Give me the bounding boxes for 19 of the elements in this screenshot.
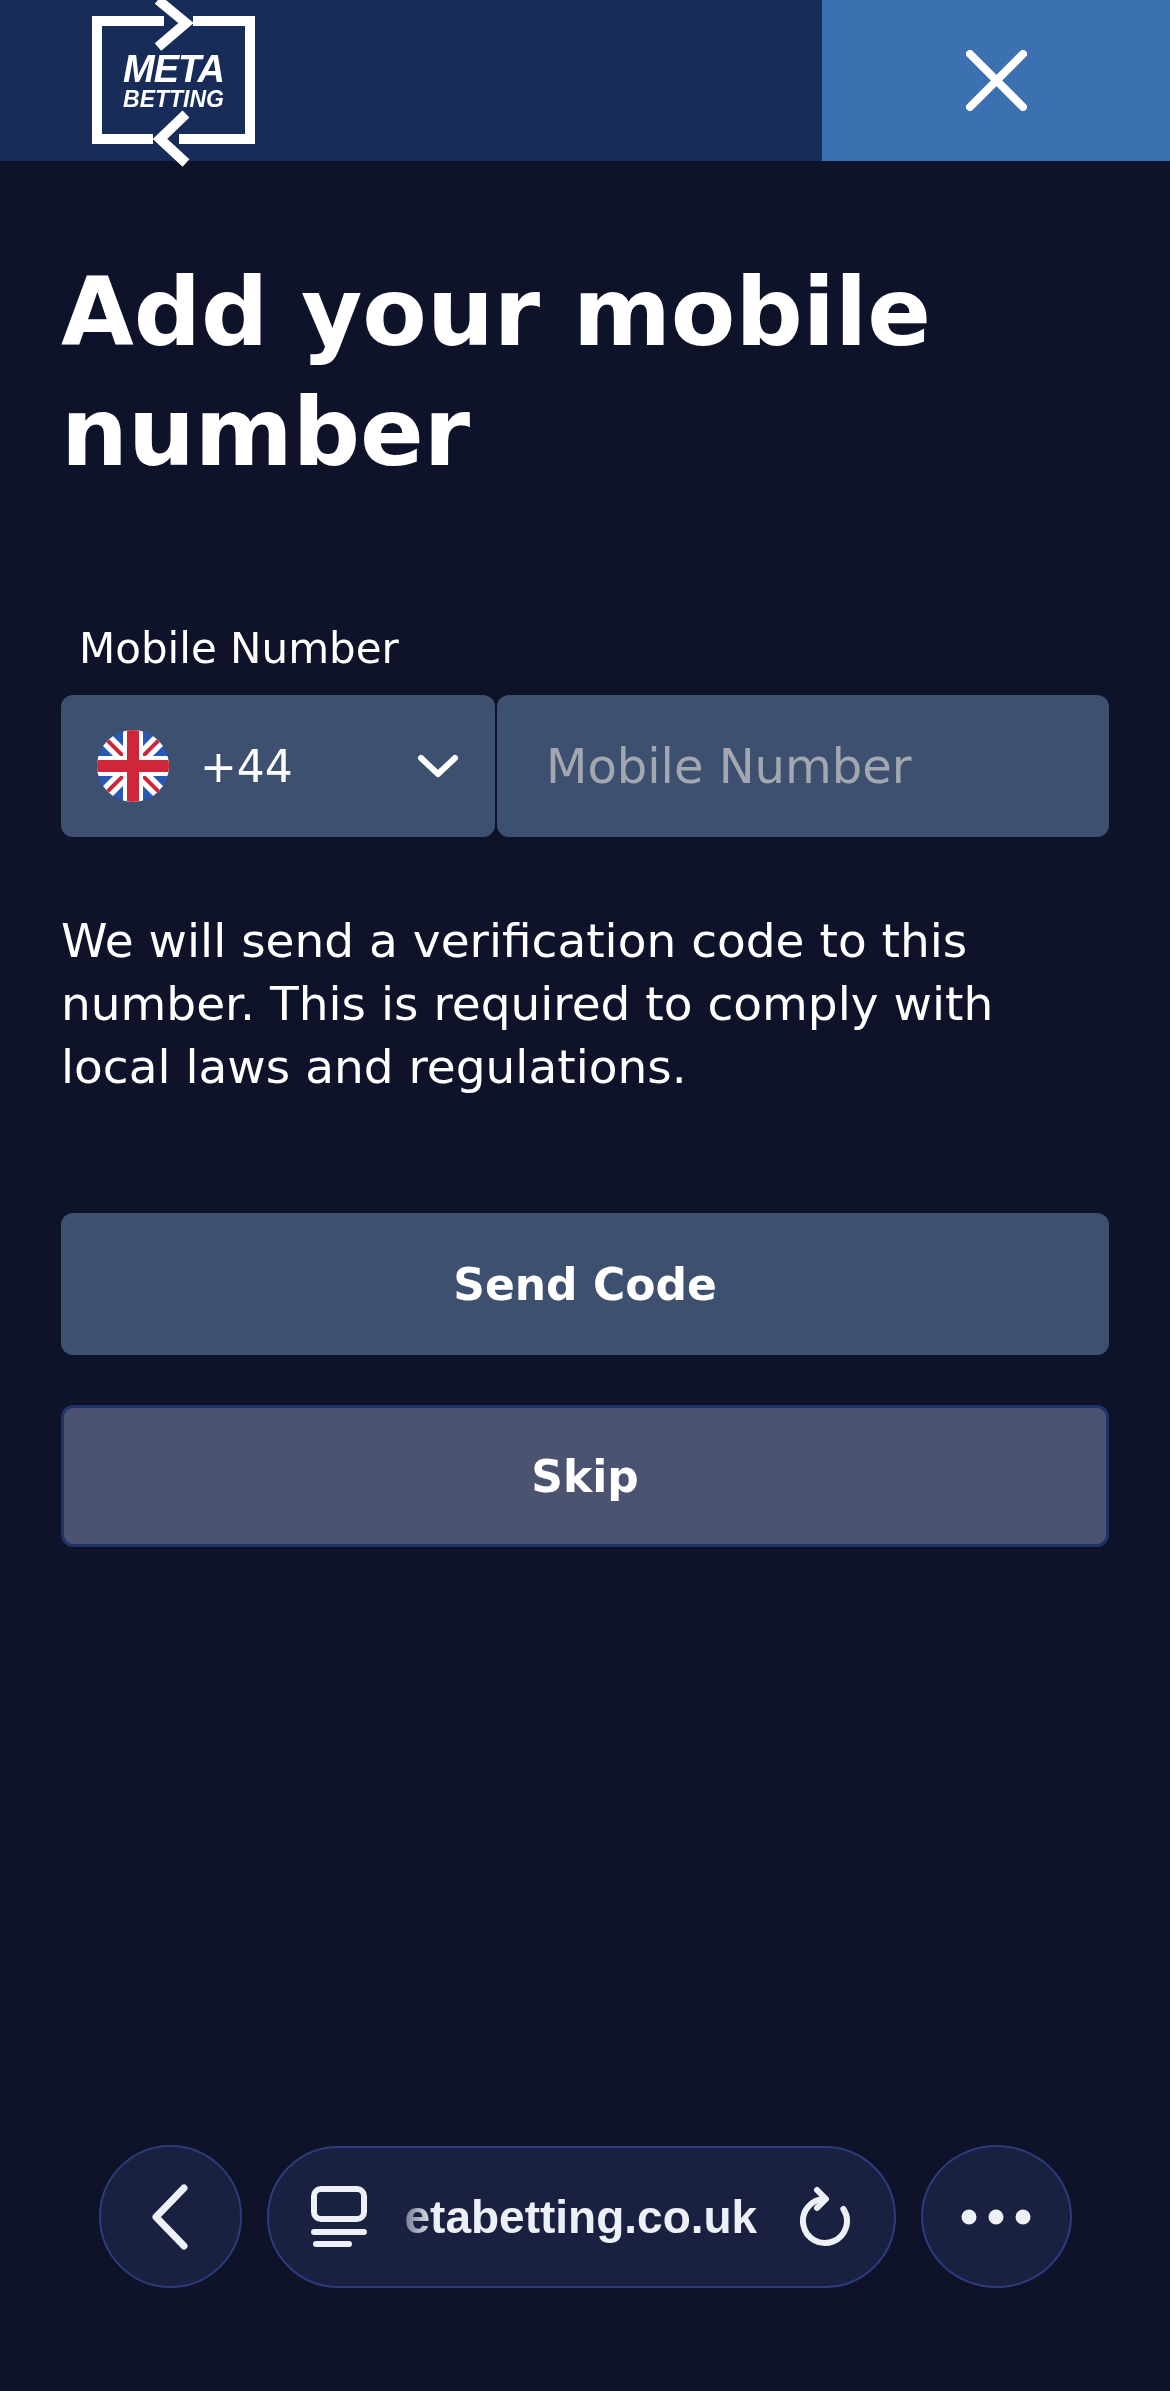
close-icon <box>965 50 1027 111</box>
reload-icon <box>797 2185 852 2248</box>
page-title: Add your mobile number <box>61 257 932 489</box>
skip-button[interactable]: Skip <box>61 1405 1109 1547</box>
url-text: etabetting.co.uk <box>404 2189 759 2244</box>
chevron-down-icon <box>417 754 459 778</box>
more-icon <box>961 2208 1031 2225</box>
chevron-left-icon <box>150 2183 190 2250</box>
close-button[interactable] <box>822 0 1170 161</box>
address-bar[interactable]: etabetting.co.uk <box>266 2145 896 2288</box>
logo-subtitle: BETTING <box>123 87 224 111</box>
send-code-button[interactable]: Send Code <box>61 1213 1109 1355</box>
notice-text: We will send a verification code to this number. This is required to comply with local laws and regulations. <box>61 912 995 1096</box>
mobile-number-field[interactable]: Mobile Number <box>497 695 1109 837</box>
logo-frame-icon <box>92 0 255 170</box>
tabs-icon <box>310 2185 367 2248</box>
field-label: Mobile Number <box>79 624 400 674</box>
logo-wordmark: META <box>123 51 224 87</box>
country-code-select[interactable]: +44 <box>61 695 495 837</box>
